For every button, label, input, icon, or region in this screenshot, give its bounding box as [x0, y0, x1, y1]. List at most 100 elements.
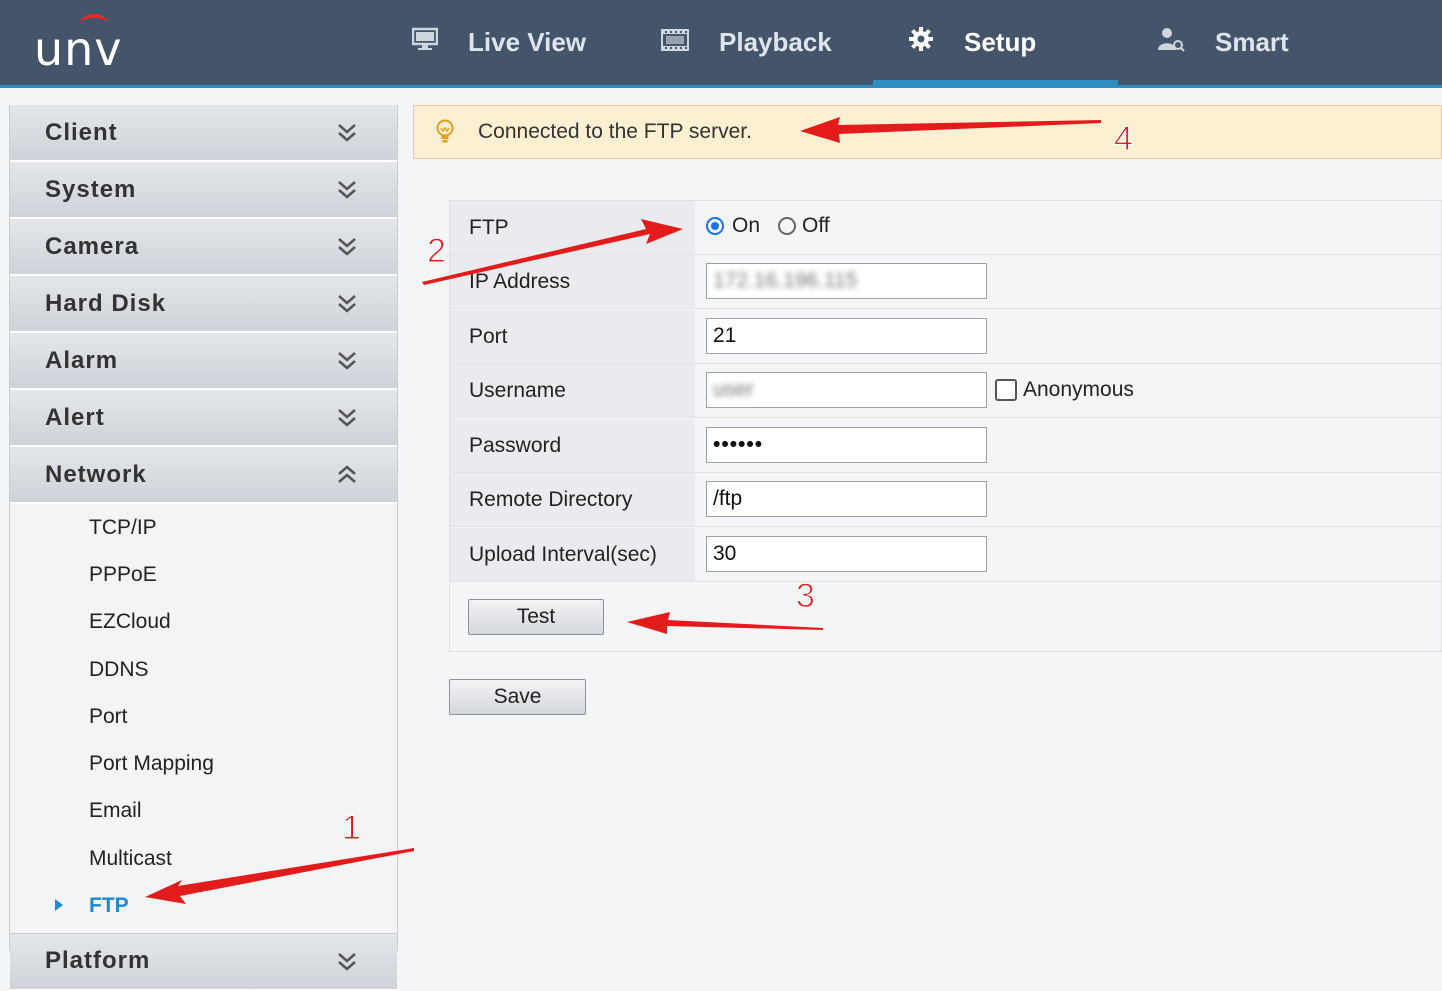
upload-interval-field[interactable]: 30: [706, 536, 987, 572]
sidebar-item-tcp-ip[interactable]: TCP/IP: [10, 504, 397, 551]
section-label: Network: [45, 460, 147, 488]
sidebar-section-alert[interactable]: Alert: [10, 390, 397, 447]
sidebar-section-network[interactable]: Network: [10, 447, 397, 504]
setup-sidebar: Client System Camera Hard Disk Alarm Ale…: [9, 105, 398, 991]
anonymous-label: Anonymous: [1023, 378, 1134, 401]
chevron-down-icon: [338, 181, 356, 199]
ftp-off-radio[interactable]: [778, 217, 797, 235]
sidebar-item-label: Port: [89, 704, 128, 728]
sidebar-item-email[interactable]: Email: [10, 788, 397, 835]
ftp-enable-row: FTP On Off: [450, 201, 1442, 255]
upload-interval-row: Upload Interval(sec) 30: [450, 528, 1442, 582]
port-label: Port: [469, 324, 508, 348]
username-label-cell: Username: [450, 364, 695, 417]
monitor-icon: [411, 27, 439, 58]
username-field[interactable]: user: [706, 372, 987, 408]
sidebar-item-ezcloud[interactable]: EZCloud: [10, 599, 397, 646]
top-navigation-bar: unv Live View Playback Setup Smart: [0, 0, 1442, 88]
sidebar-section-camera[interactable]: Camera: [10, 219, 397, 276]
section-label: Platform: [45, 947, 151, 975]
nav-setup[interactable]: Setup: [908, 0, 1036, 85]
section-label: Hard Disk: [45, 289, 167, 317]
sidebar-item-pppoe[interactable]: PPPoE: [10, 551, 397, 598]
ip-address-field[interactable]: 172.16.196.115: [706, 263, 987, 299]
sidebar-section-system[interactable]: System: [10, 162, 397, 219]
user-search-icon: [1157, 26, 1185, 59]
ip-address-value: 172.16.196.115: [713, 269, 858, 292]
sidebar-section-client[interactable]: Client: [10, 105, 397, 162]
ftp-off-label: Off: [802, 214, 830, 237]
port-field[interactable]: 21: [706, 318, 987, 354]
nav-live-view[interactable]: Live View: [411, 0, 587, 85]
port-row: Port 21: [450, 310, 1442, 364]
sidebar-item-label: TCP/IP: [89, 515, 157, 539]
chevron-down-icon: [338, 952, 356, 971]
sidebar-item-ftp[interactable]: FTP: [10, 882, 397, 929]
active-marker-icon: [55, 899, 63, 912]
password-label: Password: [469, 433, 562, 457]
sidebar-item-port-mapping[interactable]: Port Mapping: [10, 740, 397, 787]
nav-playback[interactable]: Playback: [661, 0, 832, 85]
film-icon: [661, 27, 689, 58]
nav-setup-label: Setup: [964, 27, 1037, 57]
gear-icon: [908, 26, 934, 59]
section-label: Client: [45, 118, 118, 146]
sidebar-item-label: Port Mapping: [89, 752, 214, 776]
ftp-on-label: On: [732, 214, 761, 237]
password-field[interactable]: ••••••: [706, 427, 987, 463]
nav-playback-label: Playback: [719, 27, 832, 57]
sidebar-section-platform[interactable]: Platform: [10, 932, 397, 991]
sidebar-item-label: PPPoE: [89, 562, 157, 586]
password-row: Password ••••••: [450, 419, 1442, 473]
ftp-form: FTP On Off IP Address 172.16.196.115 Por…: [449, 200, 1442, 652]
upload-interval-label-cell: Upload Interval(sec): [450, 528, 695, 581]
anonymous-checkbox[interactable]: [995, 379, 1017, 401]
status-alert: Connected to the FTP server.: [413, 105, 1442, 159]
sidebar-section-alarm[interactable]: Alarm: [10, 333, 397, 390]
ftp-label: FTP: [469, 215, 509, 239]
sidebar-item-label: Email: [89, 799, 142, 823]
unv-logo: unv: [34, 14, 146, 76]
section-label: Alert: [45, 403, 105, 431]
ftp-on-radio[interactable]: [706, 217, 724, 235]
remote-directory-field[interactable]: /ftp: [706, 481, 987, 517]
nav-smart[interactable]: Smart: [1157, 0, 1289, 85]
sidebar-item-multicast[interactable]: Multicast: [10, 835, 397, 882]
chevron-down-icon: [338, 295, 356, 313]
username-label: Username: [469, 378, 566, 402]
chevron-up-icon: [338, 465, 356, 483]
nav-active-underline: [873, 80, 1118, 85]
section-label: System: [45, 175, 137, 203]
username-value: user: [713, 378, 754, 401]
remote-directory-label: Remote Directory: [469, 487, 633, 511]
sidebar-item-label: FTP: [89, 894, 129, 918]
remote-directory-row: Remote Directory /ftp: [450, 473, 1442, 527]
ftp-label-cell: FTP: [450, 201, 695, 254]
port-label-cell: Port: [450, 310, 695, 363]
alert-message: Connected to the FTP server.: [478, 120, 752, 143]
remote-directory-label-cell: Remote Directory: [450, 473, 695, 526]
chevron-down-icon: [338, 124, 356, 142]
ip-address-row: IP Address 172.16.196.115: [450, 255, 1442, 309]
section-label: Camera: [45, 232, 140, 260]
chevron-down-icon: [338, 352, 356, 370]
test-button[interactable]: Test: [468, 599, 604, 635]
sidebar-item-port[interactable]: Port: [10, 693, 397, 740]
chevron-down-icon: [338, 409, 356, 427]
lightbulb-icon: [436, 119, 454, 143]
ip-label-cell: IP Address: [450, 255, 695, 308]
sidebar-item-label: DDNS: [89, 657, 149, 681]
ftp-radio-group: On Off: [706, 214, 830, 238]
section-label: Alarm: [45, 346, 119, 374]
sidebar-item-label: EZCloud: [89, 610, 171, 634]
anonymous-option: Anonymous: [995, 378, 1134, 402]
upload-interval-label: Upload Interval(sec): [469, 542, 657, 566]
save-button[interactable]: Save: [449, 679, 586, 715]
ip-address-label: IP Address: [469, 269, 571, 293]
sidebar-section-hard-disk[interactable]: Hard Disk: [10, 276, 397, 333]
nav-live-view-label: Live View: [468, 27, 587, 57]
nav-smart-label: Smart: [1215, 27, 1289, 57]
sidebar-item-label: Multicast: [89, 846, 172, 870]
sidebar-item-ddns[interactable]: DDNS: [10, 646, 397, 693]
ftp-settings-panel: Connected to the FTP server. FTP On Off …: [413, 105, 1442, 951]
